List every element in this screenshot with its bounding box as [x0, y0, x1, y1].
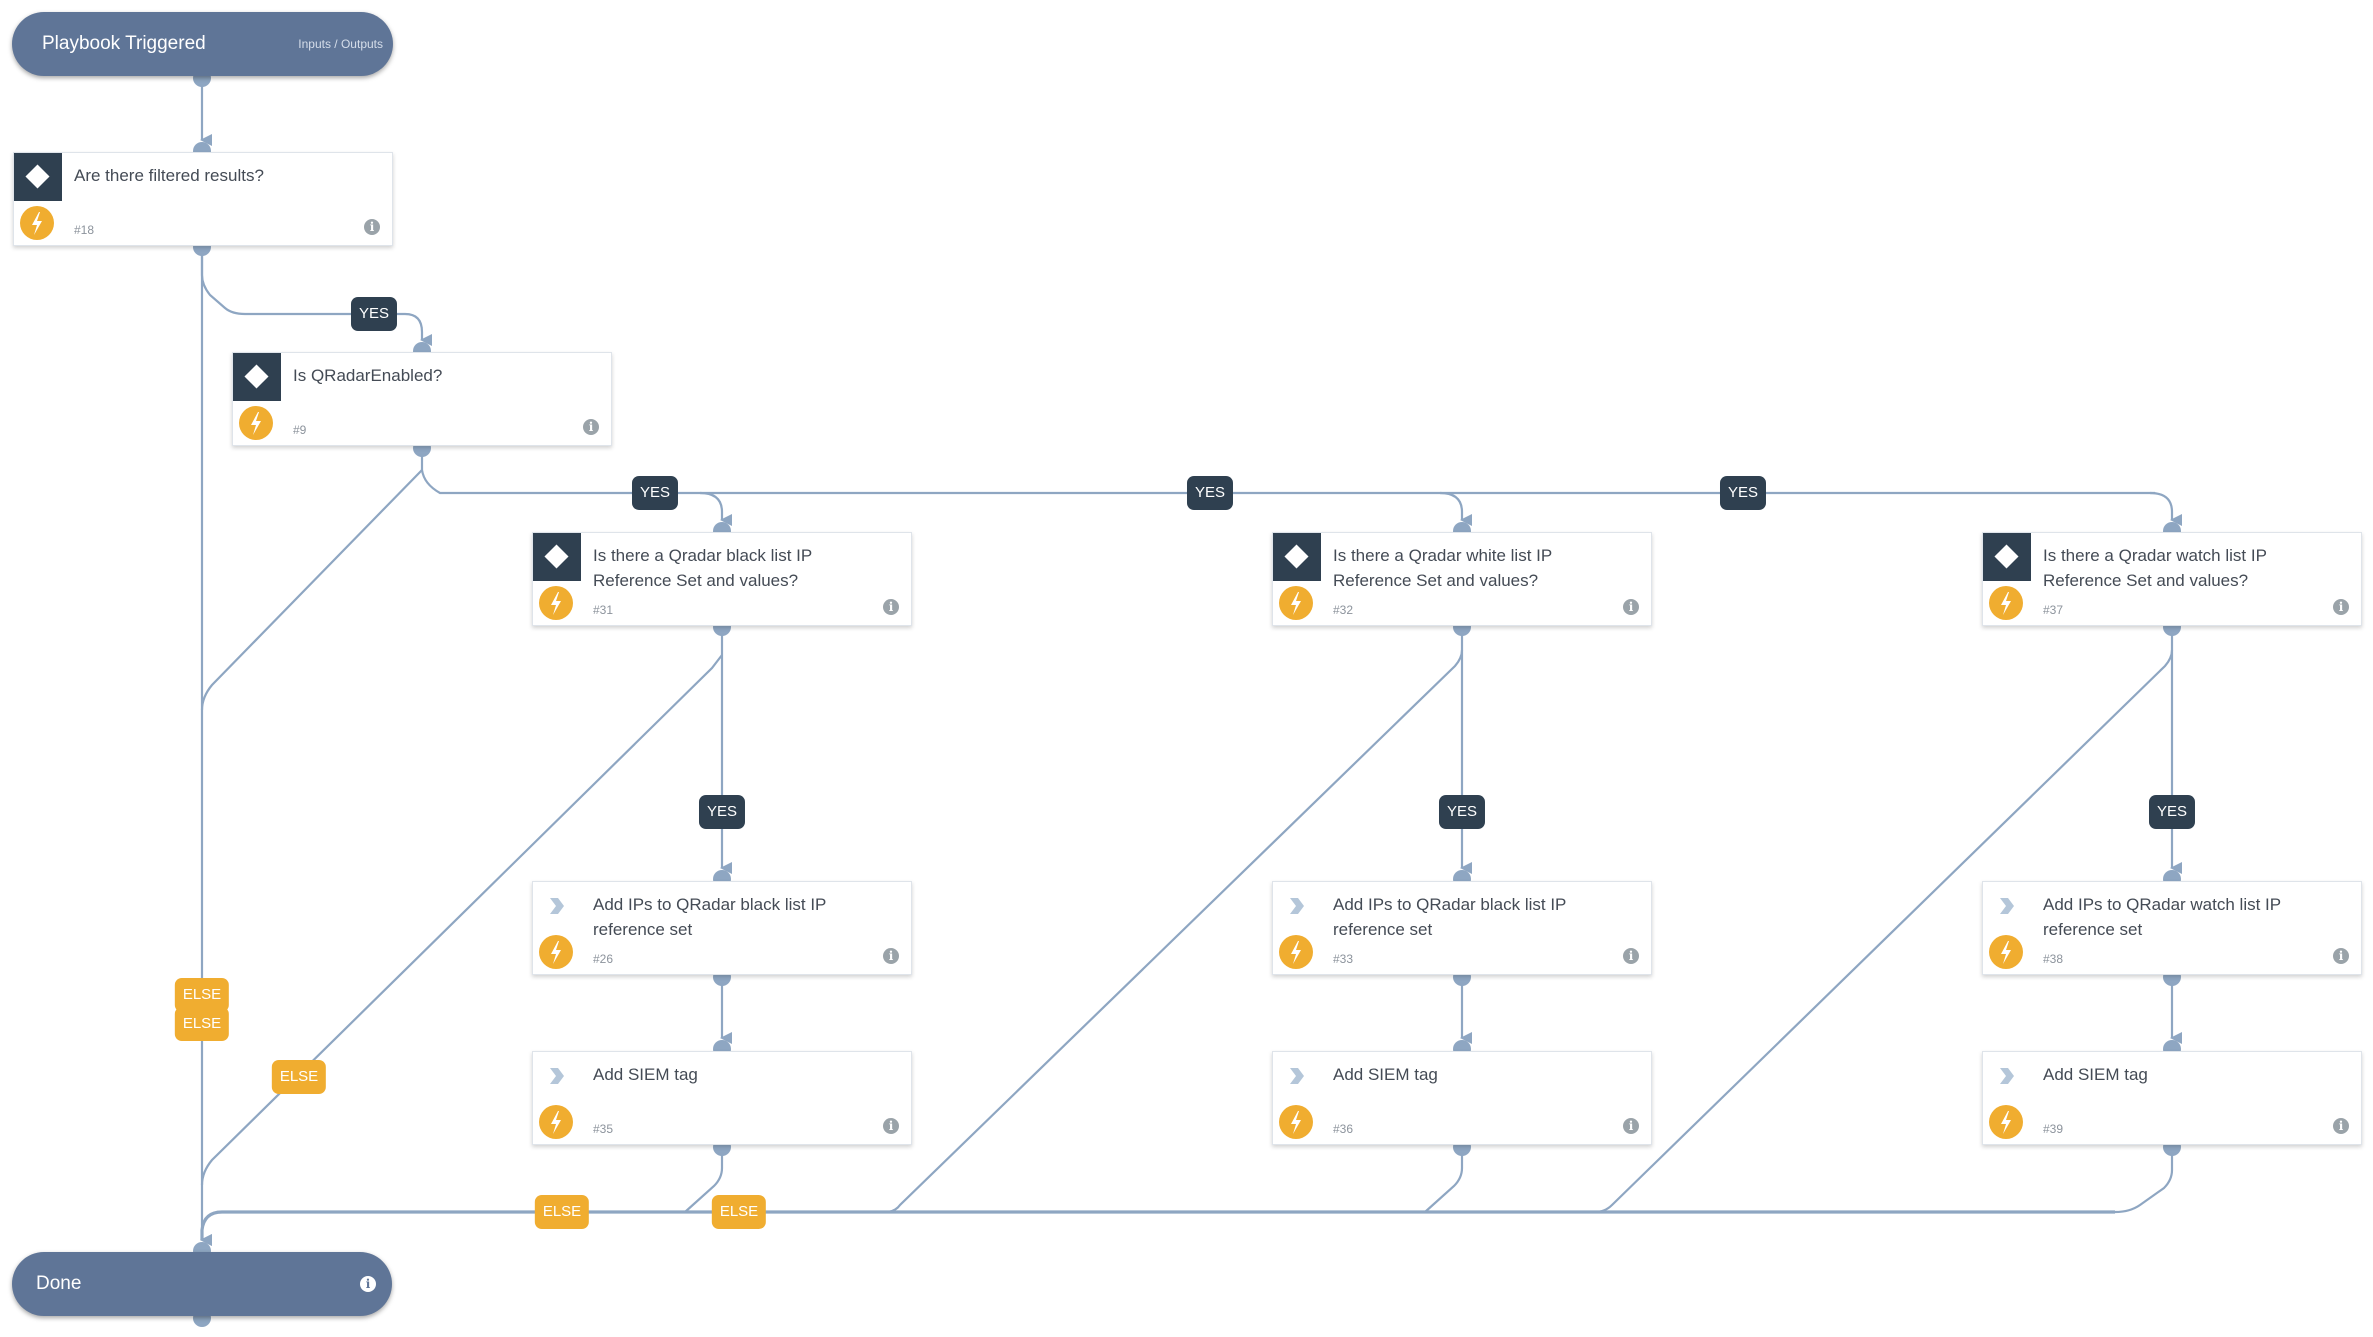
- task-node-31[interactable]: Is there a Qradar black list IP Referenc…: [532, 532, 912, 626]
- task-node-33[interactable]: Add IPs to QRadar black list IP referenc…: [1272, 881, 1652, 975]
- task-label: Is there a Qradar white list IP Referenc…: [1333, 546, 1552, 590]
- task-label: Add SIEM tag: [2043, 1065, 2148, 1084]
- info-icon[interactable]: i: [1623, 1118, 1639, 1134]
- edge-label-yes-31-26[interactable]: YES: [698, 795, 746, 829]
- edge-label-else-31[interactable]: ELSE: [271, 1060, 327, 1094]
- automation-bolt-icon: [1989, 935, 2023, 969]
- end-node-title: Done: [36, 1273, 82, 1294]
- info-icon[interactable]: i: [1623, 948, 1639, 964]
- edge-9-to-37: [2149, 491, 2182, 526]
- automation-bolt-icon: [1279, 586, 1313, 620]
- task-node-32[interactable]: Is there a Qradar white list IP Referenc…: [1272, 532, 1652, 626]
- info-icon[interactable]: i: [883, 599, 899, 615]
- edge-label-yes-37-38[interactable]: YES: [2148, 795, 2196, 829]
- task-label: Add IPs to QRadar black list IP referenc…: [593, 895, 827, 939]
- task-number: #35: [593, 1122, 614, 1136]
- task-node-26[interactable]: Add IPs to QRadar black list IP referenc…: [532, 881, 912, 975]
- chevron-right-icon: [1290, 1068, 1304, 1084]
- chevron-right-icon: [2000, 898, 2014, 914]
- condition-icon: [233, 353, 281, 401]
- task-number: #33: [1333, 952, 1354, 966]
- edge-label-yes-18-9[interactable]: YES: [350, 297, 398, 331]
- start-node-title: Playbook Triggered: [42, 33, 206, 54]
- task-number: #37: [2043, 603, 2064, 617]
- info-icon[interactable]: i: [883, 1118, 899, 1134]
- chevron-right-icon: [1290, 898, 1304, 914]
- chevron-right-icon: [550, 898, 564, 914]
- edge-label-yes-32-33[interactable]: YES: [1438, 795, 1486, 829]
- info-icon[interactable]: i: [2333, 599, 2349, 615]
- condition-icon: [14, 153, 62, 201]
- edge-9-yes-bus: [420, 447, 2155, 495]
- inputs-outputs-link[interactable]: Inputs / Outputs: [298, 37, 383, 51]
- edge-9-to-32: [1439, 491, 1472, 526]
- task-label: Is there a Qradar watch list IP Referenc…: [2043, 546, 2267, 590]
- edge-label-else-37[interactable]: ELSE: [711, 1195, 767, 1229]
- info-icon[interactable]: i: [2333, 948, 2349, 964]
- info-icon[interactable]: i: [1623, 599, 1639, 615]
- task-number: #39: [2043, 1122, 2064, 1136]
- edge-9-to-end: [200, 469, 423, 711]
- automation-bolt-icon: [539, 1105, 573, 1139]
- edge-label-yes-9-31[interactable]: YES: [631, 476, 679, 510]
- edge-36-to-end: [1424, 1146, 1464, 1213]
- automation-bolt-icon: [1989, 586, 2023, 620]
- condition-icon: [533, 533, 581, 581]
- task-number: #26: [593, 952, 614, 966]
- automation-bolt-icon: [539, 586, 573, 620]
- info-icon[interactable]: i: [2333, 1118, 2349, 1134]
- edge-39-to-end: [2114, 1146, 2174, 1214]
- edge-label-yes-9-37[interactable]: YES: [1719, 476, 1767, 510]
- task-label: Add IPs to QRadar watch list IP referenc…: [2043, 895, 2281, 939]
- task-number: #31: [593, 603, 614, 617]
- condition-icon: [1983, 533, 2031, 581]
- task-label: Add SIEM tag: [593, 1065, 698, 1084]
- task-number: #36: [1333, 1122, 1354, 1136]
- task-number: #38: [2043, 952, 2064, 966]
- automation-bolt-icon: [1279, 1105, 1313, 1139]
- task-node-9[interactable]: Is QRadarEnabled? #9 i: [232, 352, 612, 446]
- chevron-right-icon: [2000, 1068, 2014, 1084]
- task-node-35[interactable]: Add SIEM tag #35 i: [532, 1051, 912, 1145]
- automation-bolt-icon: [1989, 1105, 2023, 1139]
- task-number: #32: [1333, 603, 1354, 617]
- edge-9-to-31: [699, 491, 732, 526]
- task-node-36[interactable]: Add SIEM tag #36 i: [1272, 1051, 1652, 1145]
- task-label: Add SIEM tag: [1333, 1065, 1438, 1084]
- task-label: Add IPs to QRadar black list IP referenc…: [1333, 895, 1567, 939]
- task-node-39[interactable]: Add SIEM tag #39 i: [1982, 1051, 2362, 1145]
- automation-bolt-icon: [1279, 935, 1313, 969]
- task-label: Is there a Qradar black list IP Referenc…: [593, 546, 812, 590]
- chevron-right-icon: [550, 1068, 564, 1084]
- task-node-37[interactable]: Is there a Qradar watch list IP Referenc…: [1982, 532, 2362, 626]
- edge-label-else-9[interactable]: ELSE: [174, 1007, 230, 1041]
- edge-label-else-32[interactable]: ELSE: [534, 1195, 590, 1229]
- playbook-triggered-node[interactable]: Playbook Triggered Inputs / Outputs: [12, 12, 393, 76]
- condition-icon: [1273, 533, 1321, 581]
- info-icon[interactable]: i: [360, 1276, 376, 1292]
- info-icon[interactable]: i: [364, 219, 380, 235]
- automation-bolt-icon: [539, 935, 573, 969]
- edge-label-yes-9-32[interactable]: YES: [1186, 476, 1234, 510]
- info-icon[interactable]: i: [583, 419, 599, 435]
- automation-bolt-icon: [20, 206, 54, 240]
- task-label: Is QRadarEnabled?: [293, 366, 443, 385]
- task-label: Are there filtered results?: [74, 166, 264, 185]
- done-node[interactable]: Done i: [12, 1252, 392, 1316]
- task-number: #18: [74, 223, 95, 237]
- task-node-38[interactable]: Add IPs to QRadar watch list IP referenc…: [1982, 881, 2362, 975]
- edge-bus-to-end: [200, 1210, 2115, 1246]
- info-icon[interactable]: i: [883, 948, 899, 964]
- task-node-18[interactable]: Are there filtered results? #18 i: [13, 152, 393, 246]
- task-number: #9: [293, 423, 307, 437]
- automation-bolt-icon: [239, 406, 273, 440]
